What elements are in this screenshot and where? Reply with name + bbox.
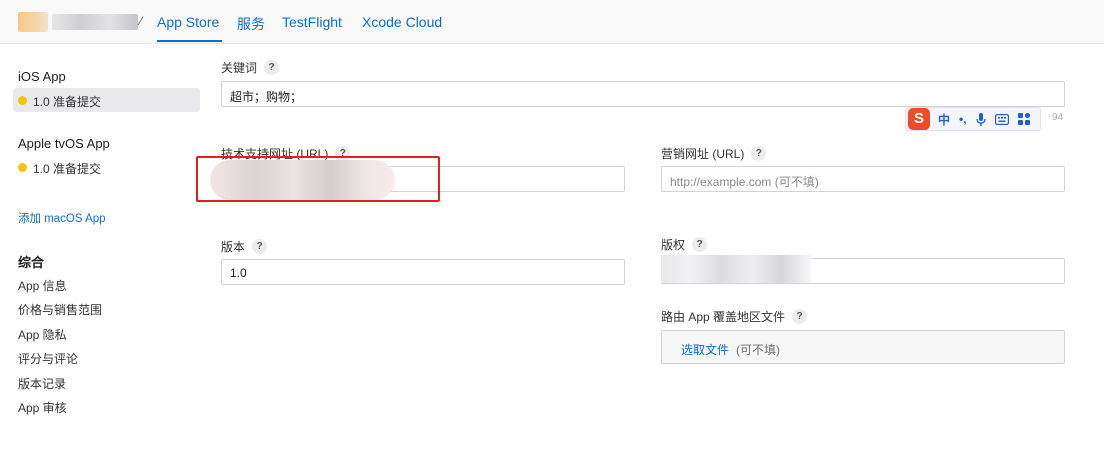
choose-file-link[interactable]: 选取文件 [681, 341, 729, 358]
version-label-text: 版本 [221, 240, 246, 254]
marketing-url-input[interactable]: http://example.com (可不填) [661, 166, 1065, 192]
sidebar-group-general: 综合 [18, 255, 45, 270]
help-icon[interactable]: ? [264, 60, 280, 75]
sidebar-item-app-review[interactable]: App 审核 [18, 399, 67, 416]
keywords-label-text: 关键词 [221, 61, 258, 75]
status-dot-icon [18, 96, 27, 105]
marketing-url-label: 营销网址 (URL) ? [661, 145, 767, 162]
help-icon[interactable]: ? [792, 309, 808, 324]
active-tab-indicator [157, 40, 222, 42]
version-status-label: 1.0 准备提交 [33, 162, 102, 176]
sidebar-item-pricing[interactable]: 价格与销售范围 [18, 301, 102, 318]
version-input[interactable]: 1.0 [221, 259, 625, 285]
copyright-label-text: 版权 [661, 238, 686, 252]
sidebar-item-privacy[interactable]: App 隐私 [18, 326, 67, 343]
sidebar-platform-ios[interactable]: iOS App [18, 69, 66, 84]
routing-file-label: 路由 App 覆盖地区文件 ? [661, 308, 808, 325]
keywords-label: 关键词 ? [221, 59, 280, 76]
sidebar-version-ios[interactable]: 1.0 准备提交 [13, 88, 200, 112]
sidebar-platform-tvos[interactable]: Apple tvOS App [18, 136, 110, 151]
keywords-char-counter: 94 [1052, 112, 1064, 123]
help-icon[interactable]: ? [692, 237, 708, 252]
version-status-label: 1.0 准备提交 [33, 95, 102, 109]
highlight-annotation-box [196, 156, 440, 202]
app-icon [18, 12, 48, 32]
sidebar-item-version-history[interactable]: 版本记录 [18, 375, 66, 392]
app-name-blurred [52, 14, 138, 30]
sogou-logo-icon[interactable]: S [908, 108, 930, 130]
tab-services[interactable]: 服务 [237, 14, 265, 34]
routing-file-dropzone[interactable]: 选取文件 (可不填) [661, 330, 1065, 364]
routing-file-label-text: 路由 App 覆盖地区文件 [661, 310, 786, 324]
ime-punctuation-toggle[interactable]: •, [959, 112, 967, 126]
add-macos-app-link[interactable]: 添加 macOS App [18, 210, 106, 226]
keyboard-icon[interactable] [994, 113, 1009, 125]
ime-toolbar: S 中 •, [905, 107, 1041, 131]
help-icon[interactable]: ? [751, 146, 767, 161]
marketing-url-label-text: 营销网址 (URL) [661, 147, 745, 161]
help-icon[interactable]: ? [252, 239, 268, 254]
status-dot-icon [18, 163, 27, 172]
keywords-input[interactable]: 超市；购物； [221, 81, 1065, 107]
copyright-blurred-value [661, 255, 811, 283]
sidebar-item-app-info[interactable]: App 信息 [18, 277, 67, 294]
optional-hint: (可不填) [736, 343, 780, 357]
sidebar-version-tvos[interactable]: 1.0 准备提交 [13, 155, 200, 179]
tab-app-store[interactable]: App Store [157, 14, 219, 30]
tab-testflight[interactable]: TestFlight [282, 14, 342, 30]
version-label: 版本 ? [221, 238, 268, 255]
app-switcher-chevron-icon[interactable]: ⁄ [140, 14, 142, 28]
grid-icon[interactable] [1017, 113, 1030, 125]
tab-xcode-cloud[interactable]: Xcode Cloud [362, 14, 442, 30]
sidebar-item-ratings[interactable]: 评分与评论 [18, 350, 78, 367]
copyright-label: 版权 ? [661, 236, 708, 253]
microphone-icon[interactable] [975, 112, 986, 126]
ime-mode-toggle[interactable]: 中 [938, 111, 950, 128]
top-navigation-bar: ⁄ App Store 服务 TestFlight Xcode Cloud [0, 0, 1104, 44]
